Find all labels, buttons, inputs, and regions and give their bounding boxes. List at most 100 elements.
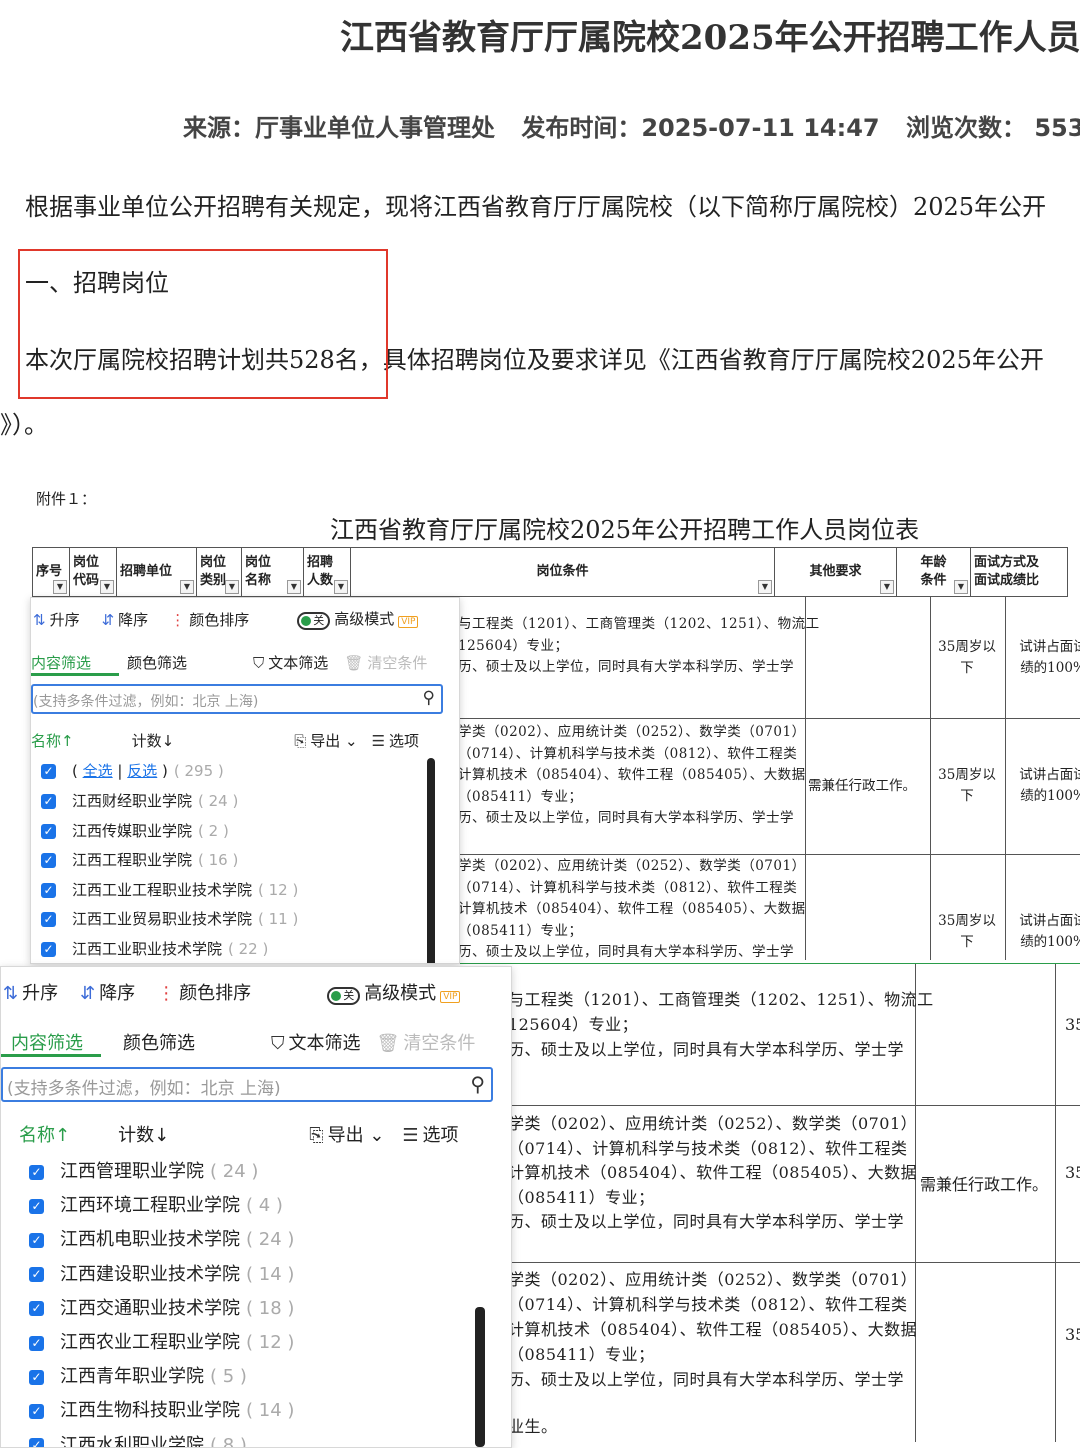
options-button[interactable]: ☰ 选项 <box>402 1121 458 1147</box>
view-count: 浏览次数： 55323 <box>905 114 1080 142</box>
text-filter-button[interactable]: ⛉ 文本筛选 <box>271 1029 361 1055</box>
header-cell[interactable]: 招聘单位 ▼ <box>116 547 197 597</box>
section-tail: 》）。 <box>0 411 48 439</box>
checkbox-icon[interactable]: ✓ <box>29 1164 44 1180</box>
item-count: ( 14 ) <box>246 1263 295 1285</box>
header-cell[interactable]: 年龄 条件 ▼ <box>896 547 971 597</box>
filter-list-item[interactable]: ✓ 江西青年职业学院 ( 5 ) <box>29 1362 247 1388</box>
item-name: 江西青年职业学院 <box>60 1366 204 1388</box>
options-button[interactable]: ☰ 选项 <box>372 730 419 751</box>
tab-content-filter[interactable]: 内容筛选 <box>11 1029 83 1055</box>
checkbox-icon[interactable]: ✓ <box>29 1267 44 1283</box>
filter-list-item[interactable]: ✓ 江西环境工程职业学院 ( 4 ) <box>29 1191 283 1217</box>
item-count: ( 24 ) <box>210 1161 259 1182</box>
scrollbar[interactable] <box>427 758 435 963</box>
header-cell[interactable]: 岗位 类别 ▼ <box>196 547 242 597</box>
select-all-link[interactable]: 全选 <box>83 762 113 780</box>
header-cell[interactable]: 面试方式及 面试成绩比 <box>970 547 1068 597</box>
filter-list-item[interactable]: ✓ 江西工业工程职业技术学院 ( 12 ) <box>41 879 298 900</box>
checkbox-icon[interactable]: ✓ <box>29 1369 44 1385</box>
clear-conditions-button[interactable]: 🗑 清空条件 <box>344 652 427 673</box>
filter-dropdown-icon: ▼ <box>287 580 301 594</box>
item-name: 江西水利职业学院 <box>60 1434 204 1448</box>
scrollbar[interactable] <box>475 1307 485 1447</box>
filter-list-item[interactable]: ✓ 江西管理职业学院 ( 24 ) <box>29 1157 258 1183</box>
checkbox-icon[interactable]: ✓ <box>29 1301 44 1317</box>
header-cell[interactable]: 岗位 代码 ▼ <box>69 547 117 597</box>
checkbox-icon[interactable]: ✓ <box>41 912 56 927</box>
checkbox-icon[interactable]: ✓ <box>41 794 56 809</box>
header-cell[interactable]: 招聘 人数 ▼ <box>303 547 351 597</box>
filter-list-item[interactable]: ✓ 江西工程职业学院 ( 16 ) <box>41 849 238 870</box>
export-icon: ⎘ <box>309 1125 324 1146</box>
export-icon: ⎘ <box>294 732 307 750</box>
tab-color-filter[interactable]: 颜色筛选 <box>127 652 187 673</box>
funnel-icon: ⛉ <box>271 1033 285 1054</box>
sort-asc-button[interactable]: ⇅ 升序 <box>3 979 58 1005</box>
checkbox-icon[interactable]: ✓ <box>29 1198 44 1214</box>
filter-list-item[interactable]: ✓ 江西农业工程职业学院 ( 12 ) <box>29 1328 294 1354</box>
checkbox-icon[interactable]: ✓ <box>41 882 56 898</box>
filter-list-item[interactable]: ✓ 江西传媒职业学院 ( 2 ) <box>41 820 229 841</box>
filter-list-item[interactable]: ✓ 江西建设职业技术学院 ( 14 ) <box>29 1260 294 1286</box>
checkbox-icon[interactable]: ✓ <box>29 1335 44 1351</box>
export-button[interactable]: ⎘ 导出 ⌄ <box>309 1121 384 1147</box>
color-sort-button[interactable]: ⋮ 颜色排序 <box>157 979 251 1005</box>
toggle-switch: 关 <box>297 612 331 630</box>
filter-list-item[interactable]: ✓ 江西工业贸易职业技术学院 ( 11 ) <box>41 908 298 929</box>
sort-asc-button[interactable]: ⇅ 升序 <box>33 609 80 630</box>
item-name: 江西农业工程职业学院 <box>60 1332 240 1353</box>
sort-desc-button[interactable]: ⇵ 降序 <box>80 979 135 1005</box>
filter-list-item[interactable]: ✓ 江西交通职业技术学院 ( 18 ) <box>29 1294 294 1320</box>
header-cell[interactable]: 序号 ▼ <box>32 547 70 597</box>
condition-cell: 学类（0202）、应用统计类（0252）、数学类（0701） （0714）、计算机… <box>508 1114 918 1231</box>
menu-icon: ☰ <box>402 1125 419 1146</box>
checkbox-icon[interactable]: ✓ <box>41 941 56 957</box>
search-input[interactable]: (支持多条件过滤，例如：北京 上海) ⚲ <box>31 684 443 714</box>
filter-list-item[interactable]: ✓ 江西机电职业技术学院 ( 24 ) <box>29 1225 294 1251</box>
tab-content-filter[interactable]: 内容筛选 <box>31 652 91 673</box>
filter-dropdown-icon: ▼ <box>334 580 348 594</box>
export-button[interactable]: ⎘ 导出 ⌄ <box>294 730 357 751</box>
filter-list-item[interactable]: ✓ 江西工业职业技术学院 ( 22 ) <box>41 938 268 959</box>
item-name: 江西建设职业技术学院 <box>60 1263 240 1285</box>
sort-desc-button[interactable]: ⇵ 降序 <box>102 609 149 630</box>
checkbox-icon[interactable]: ✓ <box>29 1403 44 1419</box>
advanced-mode-toggle[interactable]: 关高级模式 VIP <box>297 608 419 630</box>
filter-list-item[interactable]: ✓ 江西财经职业学院 ( 24 ) <box>41 790 238 811</box>
age-cell: 35周岁以 下 <box>938 913 996 950</box>
condition-cell: 与工程类（1201）、工商管理类（1202、1251）、物流工 125604）专业… <box>508 990 934 1059</box>
item-count: ( 8 ) <box>210 1434 247 1448</box>
color-sort-icon: ⋮ <box>157 983 176 1004</box>
item-count: ( 24 ) <box>198 792 239 810</box>
search-input[interactable]: (支持多条件过滤，例如：北京 上海) ⚲ <box>1 1067 493 1102</box>
source-label: 来源：厅事业单位人事管理处 <box>183 114 495 142</box>
clear-conditions-button[interactable]: 🗑 清空条件 <box>377 1029 476 1055</box>
filter-list-item[interactable]: ✓ 江西水利职业学院( 8 ) <box>29 1431 247 1448</box>
color-sort-button[interactable]: ⋮ 颜色排序 <box>170 609 249 630</box>
filter-list-item[interactable]: ✓ 江西生物科技职业学院 ( 14 ) <box>29 1396 294 1422</box>
name-column-sort[interactable]: 名称↑ <box>31 730 74 751</box>
filter-panel: ⇅ 升序 ⇵ 降序 ⋮ 颜色排序 关高级模式 VIP 内容筛选 颜色筛选 ⛉ 文本筛选 🗑… <box>30 597 460 964</box>
checkbox-icon[interactable]: ✓ <box>41 853 56 868</box>
item-name: 江西传媒职业学院 <box>72 821 193 840</box>
select-all-row[interactable]: ✓( 全选 | 反选 )( 295 ) <box>41 760 224 781</box>
item-count: ( 18 ) <box>246 1297 295 1319</box>
item-name: 江西交通职业技术学院 <box>60 1297 240 1319</box>
condition-cell: 学类（0202）、应用统计类（0252）、数学类（0701） （0714）、计算机… <box>508 1270 918 1436</box>
header-cell[interactable]: 岗位条件 ▼ <box>350 547 775 597</box>
count-column-sort[interactable]: 计数↓ <box>118 1121 169 1147</box>
name-column-sort[interactable]: 名称↑ <box>19 1121 70 1147</box>
text-filter-button[interactable]: ⛉ 文本筛选 <box>253 652 328 673</box>
invert-link[interactable]: 反选 <box>127 762 157 780</box>
header-cell[interactable]: 岗位 名称 ▼ <box>241 547 304 597</box>
advanced-mode-toggle[interactable]: 关高级模式 VIP <box>327 979 461 1005</box>
sort-asc-icon: ⇅ <box>33 610 46 629</box>
interview-cell: 试讲占面试 绩的100% <box>1019 913 1080 950</box>
checkbox-icon[interactable]: ✓ <box>41 823 56 839</box>
checkbox-icon[interactable]: ✓ <box>29 1232 44 1248</box>
vip-badge: VIP <box>440 991 461 1003</box>
count-column-sort[interactable]: 计数↓ <box>132 730 175 751</box>
tab-color-filter[interactable]: 颜色筛选 <box>123 1029 195 1055</box>
header-cell[interactable]: 其他要求 ▼ <box>774 547 897 597</box>
